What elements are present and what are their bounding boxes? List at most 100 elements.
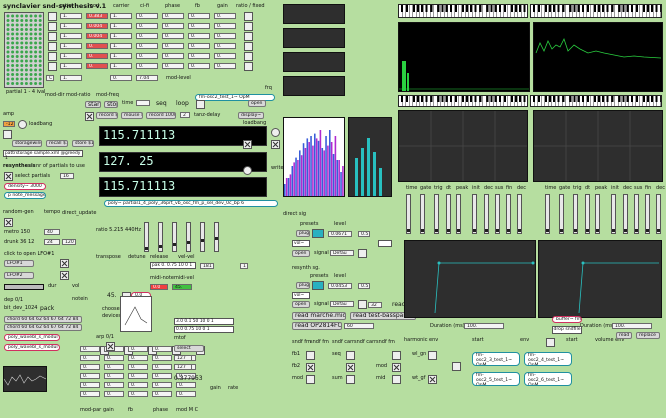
env-slider-knob[interactable] xyxy=(485,229,488,232)
matrix-dot[interactable] xyxy=(6,82,10,85)
fm-fb-cell[interactable]: 0. xyxy=(188,43,210,49)
env-slider[interactable] xyxy=(645,194,650,234)
fm-mod-cell[interactable]: 0.004 xyxy=(86,33,108,39)
matrix-dot[interactable] xyxy=(6,55,10,58)
param-slider[interactable] xyxy=(172,222,177,252)
matrix-dot[interactable] xyxy=(11,59,15,63)
record-msg[interactable]: record $1 xyxy=(96,112,118,119)
matrix-dot[interactable] xyxy=(38,23,42,27)
matrix-dot[interactable] xyxy=(24,68,28,72)
env-slider[interactable] xyxy=(517,194,522,234)
matrix-dot[interactable] xyxy=(38,55,42,58)
fm-mod-cell[interactable]: 0. xyxy=(86,53,108,59)
vel1-value[interactable]: 1 xyxy=(240,263,248,269)
fb-toggle[interactable] xyxy=(346,351,355,360)
env-slider-knob[interactable] xyxy=(407,229,410,232)
fb-toggle[interactable] xyxy=(346,363,355,372)
bottom-num-cell[interactable]: 0. xyxy=(80,364,100,370)
v05-2-value[interactable]: 0.5 xyxy=(358,283,370,289)
matrix-dot[interactable] xyxy=(34,55,38,58)
matrix-dot[interactable] xyxy=(29,37,33,40)
fm-carrier-cell[interactable]: 1. xyxy=(110,53,132,59)
toggle-led[interactable] xyxy=(243,140,252,149)
fm-gain-cell[interactable]: 0. xyxy=(214,43,236,49)
fm-gain-cell[interactable]: 0. xyxy=(214,23,236,29)
fm-fb-cell[interactable]: 0. xyxy=(188,13,210,19)
fm-carrier-cell[interactable]: 1. xyxy=(110,63,132,69)
param-slider[interactable] xyxy=(200,222,205,252)
matrix-dot[interactable] xyxy=(15,19,19,22)
chord-msg-1[interactable]: chord 60 64 62 64 67 64 72 84 xyxy=(4,316,82,323)
preset-grid-2[interactable] xyxy=(312,281,324,290)
env-slider[interactable] xyxy=(573,194,578,234)
level-value[interactable]: 0.0671 xyxy=(328,231,352,237)
env-slider[interactable] xyxy=(472,194,477,234)
harmonic-env-graph[interactable] xyxy=(538,240,662,318)
env-slider-knob[interactable] xyxy=(473,229,476,232)
slider-knob[interactable] xyxy=(159,245,162,248)
env-slider[interactable] xyxy=(595,194,600,234)
lfo1-toggle[interactable] xyxy=(60,259,69,268)
lfo1-button[interactable]: LFO#1 xyxy=(4,260,34,267)
bottom-num-cell[interactable]: 0. xyxy=(128,382,148,388)
matrix-dot[interactable] xyxy=(34,14,38,18)
bang-1[interactable] xyxy=(271,128,280,137)
matrix-dot[interactable] xyxy=(24,19,28,22)
fm-phase-cell[interactable]: 0. xyxy=(162,63,184,69)
fm-ratio-cell[interactable]: 1. xyxy=(60,53,82,59)
slider-knob[interactable] xyxy=(187,241,190,244)
matrix-dot[interactable] xyxy=(20,19,24,22)
env-slider-knob[interactable] xyxy=(421,229,424,232)
matrix-dot[interactable] xyxy=(24,28,28,31)
matrix-dot[interactable] xyxy=(15,73,19,76)
vols-value[interactable]: 127 xyxy=(174,355,192,361)
matrix-dot[interactable] xyxy=(15,14,19,18)
matrix-dot[interactable] xyxy=(11,14,15,18)
matrix-dot[interactable] xyxy=(20,23,24,27)
matrix-dot[interactable] xyxy=(20,77,24,81)
matrix-dot[interactable] xyxy=(24,14,28,18)
env-slider[interactable] xyxy=(559,194,564,234)
env-slider[interactable] xyxy=(434,194,439,234)
env-slider[interactable] xyxy=(585,194,590,234)
matrix-dot[interactable] xyxy=(34,46,38,49)
matrix-dot[interactable] xyxy=(34,23,38,27)
bottom-num-cell[interactable]: 0. xyxy=(152,391,172,397)
fm-gain-cell[interactable]: 0. xyxy=(214,13,236,19)
keyboard-top-2[interactable] xyxy=(530,4,662,18)
matrix-dot[interactable] xyxy=(34,50,38,54)
midivel-value[interactable]: 45. xyxy=(172,284,192,290)
matrix-dot[interactable] xyxy=(38,37,42,40)
fb-toggle[interactable] xyxy=(306,375,315,384)
toggle-1[interactable] xyxy=(271,140,280,149)
matrix-dot[interactable] xyxy=(11,55,15,58)
row-toggle[interactable] xyxy=(48,12,57,21)
param-slider[interactable] xyxy=(144,222,149,252)
env-slider-knob[interactable] xyxy=(457,229,460,232)
matrix-dot[interactable] xyxy=(38,41,42,45)
matrix-dot[interactable] xyxy=(38,28,42,31)
matrix-dot[interactable] xyxy=(38,50,42,54)
env-slider-knob[interactable] xyxy=(596,229,599,232)
fm-cifi-cell[interactable]: 0. xyxy=(136,53,158,59)
loop-toggle[interactable] xyxy=(196,100,205,109)
bottom-num-cell[interactable]: 0. xyxy=(104,355,124,361)
matrix-dot[interactable] xyxy=(20,37,24,40)
bottom-num-cell[interactable]: 0. xyxy=(176,391,196,397)
matrix-dot[interactable] xyxy=(15,77,19,81)
vols2-value[interactable]: 127 xyxy=(174,364,192,370)
matrix-dot[interactable] xyxy=(29,77,33,81)
matrix-dot[interactable] xyxy=(38,14,42,18)
fb-toggle[interactable] xyxy=(392,375,401,384)
param-slider[interactable] xyxy=(158,222,163,252)
volume-env-graph[interactable] xyxy=(404,240,536,318)
slider-knob[interactable] xyxy=(215,237,218,240)
matrix-dot[interactable] xyxy=(24,32,28,36)
fm-mod-cell[interactable]: 0.004 xyxy=(86,23,108,29)
matrix-dot[interactable] xyxy=(11,23,15,27)
env-slider-knob[interactable] xyxy=(496,229,499,232)
v120-value[interactable]: 120 xyxy=(62,239,76,245)
env-slider-knob[interactable] xyxy=(574,229,577,232)
fm-phase-cell[interactable]: 0. xyxy=(162,23,184,29)
fb-toggle[interactable] xyxy=(306,351,315,360)
